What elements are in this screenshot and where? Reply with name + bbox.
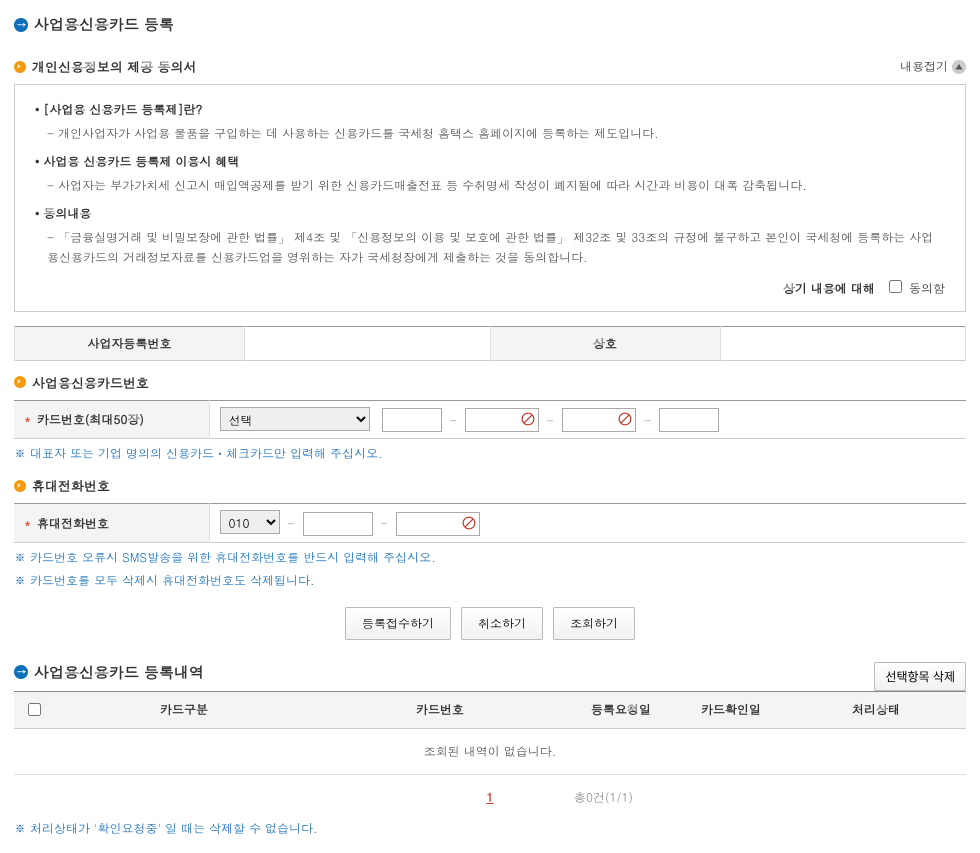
phone-form-table: * 휴대전화번호 010 - - [14,503,966,543]
chevron-right-icon [14,61,26,73]
page-number[interactable]: 1 [487,789,494,806]
col-conf-date: 카드확인일 [676,691,786,728]
section-consent-title-text: 개인신용정보의 제공 동의서 [32,57,197,76]
card-type-select[interactable]: 선택 [220,407,370,431]
card-num-3[interactable] [562,408,636,432]
col-status: 처리상태 [786,691,966,728]
page-title: 사업용신용카드 등록 [14,14,966,35]
arrow-right-icon [14,18,28,32]
col-number: 카드번호 [314,691,566,728]
agree-prefix: 상기 내용에 대해 [783,280,875,297]
phone-mid[interactable] [303,512,373,536]
col-req-date: 등록요청일 [566,691,676,728]
card-note: 대표자 또는 기업 명의의 신용카드ㆍ체크카드만 입력해 주십시오. [14,445,966,462]
card-num-2[interactable] [465,408,539,432]
phone-prefix-select[interactable]: 010 [220,510,280,534]
collapse-label: 내용접기 [900,58,948,75]
biz-name-value [720,326,966,360]
arrow-right-icon [14,665,28,679]
consent-heading-3: 동의내용 [35,205,945,222]
query-button[interactable]: 조회하기 [553,607,635,640]
record-count: 총0건(1/1) [574,789,633,806]
footer-note: 처리상태가 '확인요청중' 일 때는 삭제할 수 없습니다. [14,820,966,837]
phone-last[interactable] [396,512,480,536]
section-card-title: 사업용신용카드번호 [14,373,966,392]
chevron-up-icon: ▲ [952,60,966,74]
agree-checkbox[interactable] [889,280,902,293]
col-checkbox [14,691,54,728]
biz-name-label: 상호 [490,326,720,360]
phone-field-label: * 휴대전화번호 [14,504,209,543]
col-type: 카드구분 [54,691,314,728]
consent-text-3: 「금융실명거래 및 비밀보장에 관한 법률」 제4조 및 「신용정보의 이용 및… [47,228,945,266]
card-num-4[interactable] [659,408,719,432]
action-button-row: 등록접수하기 취소하기 조회하기 [14,607,966,640]
cancel-button[interactable]: 취소하기 [461,607,543,640]
consent-heading-2: 사업용 신용카드 등록제 이용시 혜택 [35,153,945,170]
section-list-title-text: 사업용신용카드 등록내역 [34,662,204,683]
consent-text-1: 개인사업자가 사업용 물품을 구입하는 데 사용하는 신용카드를 국세청 홈택스… [47,124,945,143]
card-list-table: 카드구분 카드번호 등록요청일 카드확인일 처리상태 조회된 내역이 없습니다. [14,691,966,775]
card-field-label: * 카드번호(최대50장) [14,400,209,439]
chevron-right-icon [14,376,26,388]
biz-reg-label: 사업자등록번호 [15,326,245,360]
phone-note-2: 카드번호를 모두 삭제시 휴대전화번호도 삭제됩니다. [14,572,966,589]
section-consent-title: 개인신용정보의 제공 동의서 [14,57,197,76]
card-form-table: * 카드번호(최대50장) 선택 - - - [14,400,966,440]
biz-reg-value [245,326,491,360]
delete-selected-button[interactable]: 선택항목 삭제 [874,662,966,691]
section-phone-title: 휴대전화번호 [14,476,966,495]
pagination: 1 총0건(1/1) [14,789,966,806]
page-title-text: 사업용신용카드 등록 [34,14,174,35]
agree-row: 상기 내용에 대해 동의함 [35,277,945,297]
select-all-checkbox[interactable] [28,703,41,716]
phone-note-1: 카드번호 오류시 SMS발송을 위한 휴대전화번호를 반드시 입력해 주십시오. [14,549,966,566]
business-info-table: 사업자등록번호 상호 [14,326,966,361]
phone-field-row: 010 - - [209,504,966,543]
agree-label[interactable]: 동의함 [885,280,945,297]
consent-heading-1: [사업용 신용카드 등록제]란? [35,101,945,118]
collapse-toggle[interactable]: 내용접기 ▲ [900,58,966,75]
submit-button[interactable]: 등록접수하기 [345,607,451,640]
empty-message: 조회된 내역이 없습니다. [14,728,966,774]
card-num-1[interactable] [382,408,442,432]
consent-box: [사업용 신용카드 등록제]란? 개인사업자가 사업용 물품을 구입하는 데 사… [14,84,966,312]
agree-label-text: 동의함 [909,280,945,297]
card-field-row: 선택 - - - [209,400,966,439]
section-phone-title-text: 휴대전화번호 [32,476,110,495]
chevron-right-icon [14,480,26,492]
section-list-title: 사업용신용카드 등록내역 [14,662,204,683]
section-card-title-text: 사업용신용카드번호 [32,373,149,392]
consent-text-2: 사업자는 부가가치세 신고시 매입액공제를 받기 위한 신용카드매출전표 등 수… [47,176,945,195]
